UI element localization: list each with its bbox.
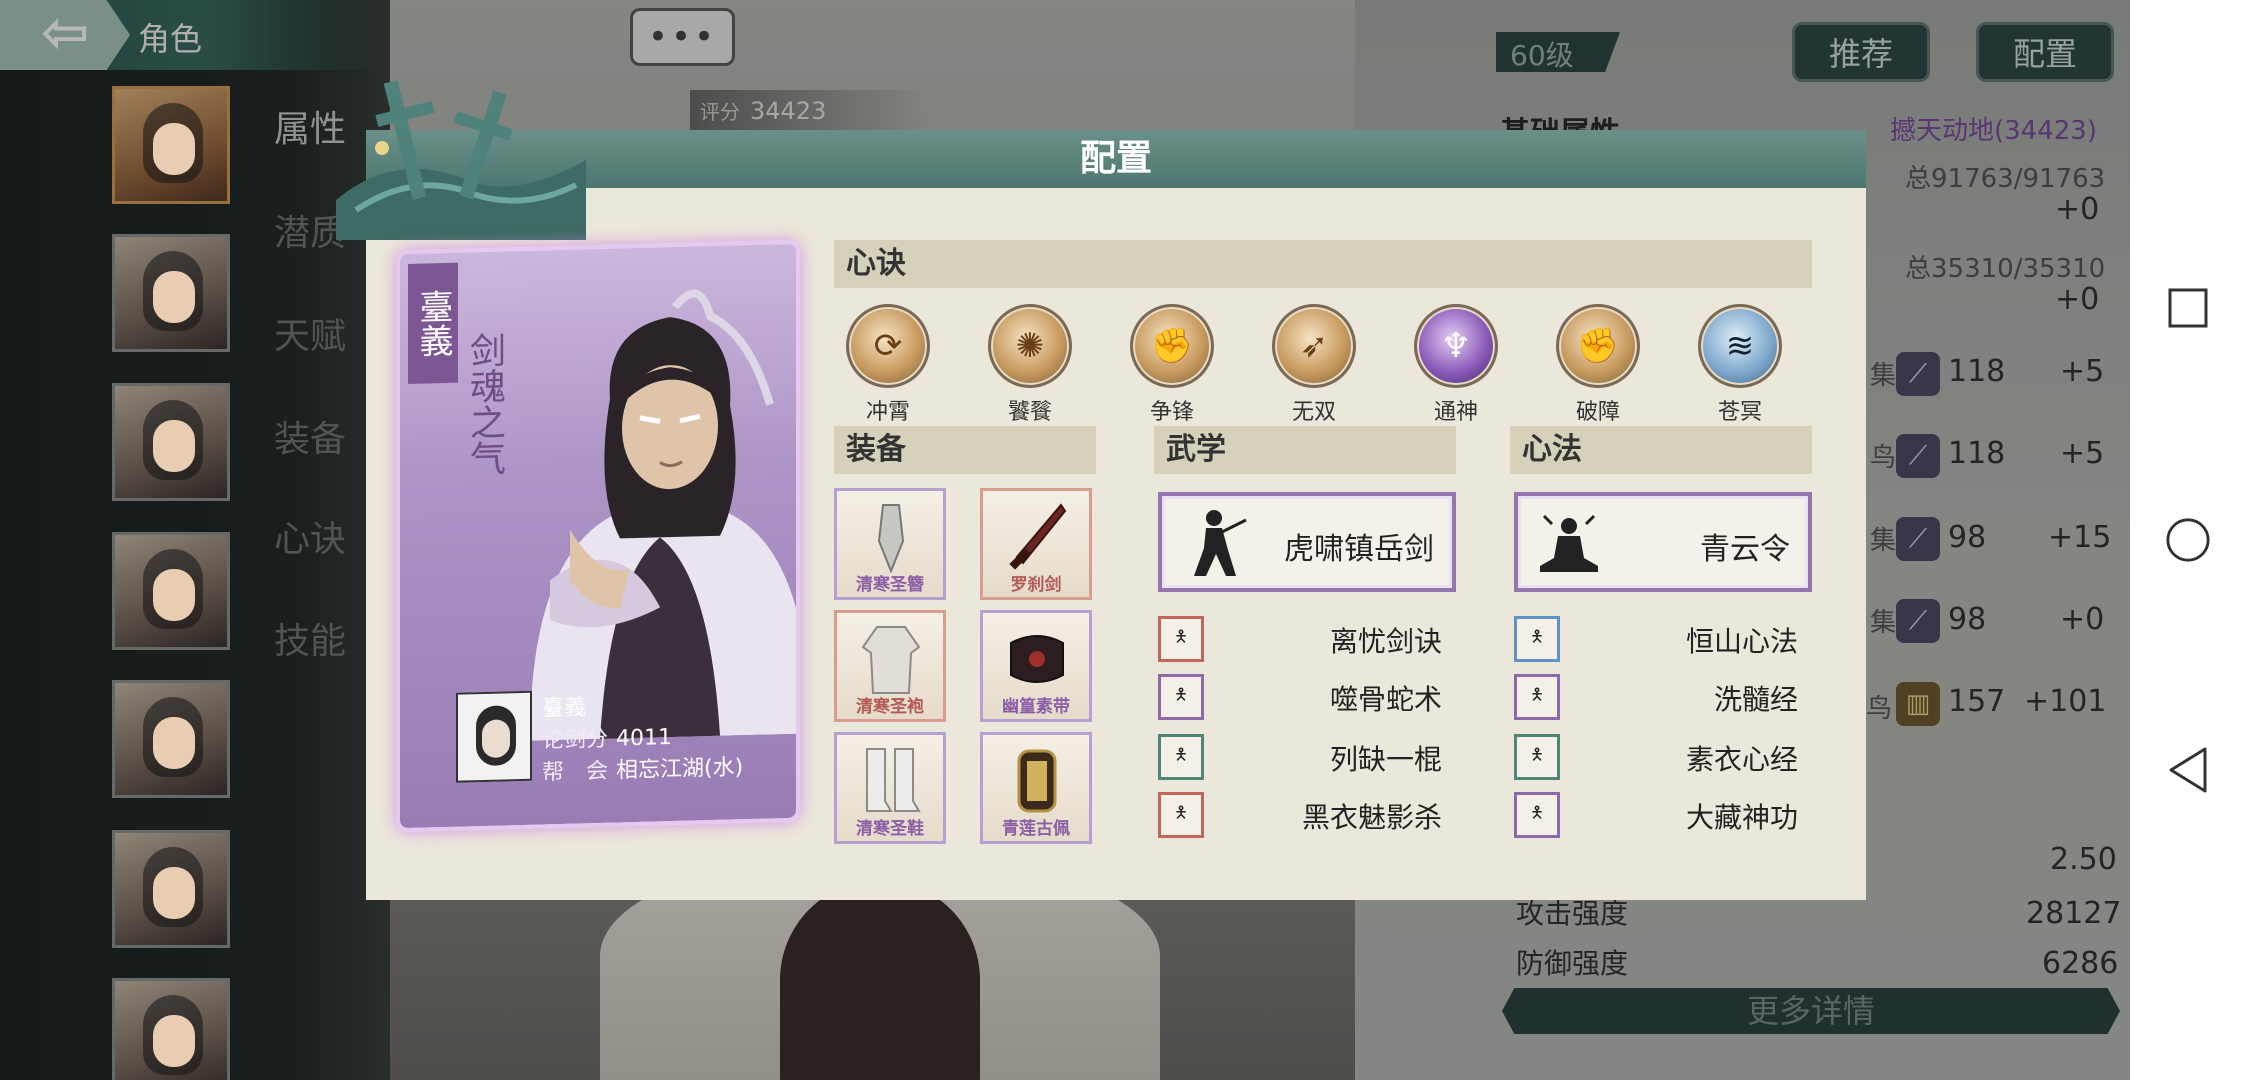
meditation-pose-icon: 🯅 xyxy=(1514,674,1560,720)
sub-skill-name: 恒山心法 xyxy=(1685,625,1798,658)
sub-skill-name: 洗髓经 xyxy=(1713,683,1798,716)
hairpin-icon xyxy=(877,504,905,573)
equipment-name: 罗刹剑 xyxy=(1010,575,1062,595)
skill-name: 饕餮 xyxy=(1007,400,1052,425)
punch-icon: ✊ xyxy=(1556,304,1640,388)
character-info-name: 臺義 xyxy=(542,695,587,722)
skill-name: 苍冥 xyxy=(1717,400,1762,425)
skill-name: 冲霄 xyxy=(865,400,910,425)
sub-skill-name: 素衣心经 xyxy=(1685,743,1798,776)
martial-sub-skill[interactable]: 🯅 列缺一棍 xyxy=(1158,734,1456,780)
xinjue-skill[interactable]: ≋ 苍冥 xyxy=(1680,304,1800,426)
main-martial-skill[interactable]: 虎啸镇岳剑 xyxy=(1158,492,1456,592)
martial-sub-skill[interactable]: 🯅 离忧剑诀 xyxy=(1158,616,1456,662)
dialog-title: 配置 xyxy=(1079,138,1152,179)
xinjue-skill[interactable]: ⟳ 冲霄 xyxy=(828,304,948,426)
martial-sub-skill[interactable]: 🯅 黑衣魅影杀 xyxy=(1158,792,1456,838)
equipment-section-header: 装备 xyxy=(834,426,1096,474)
martial-pose-icon: 🯅 xyxy=(1158,674,1204,720)
equipment-name: 清寒圣簪 xyxy=(856,575,924,595)
equipment-name: 幽篁素带 xyxy=(1002,697,1070,717)
spirit-icon: ♆ xyxy=(1414,304,1498,388)
skill-name: 破障 xyxy=(1575,400,1620,425)
recent-apps-button[interactable] xyxy=(2164,284,2212,332)
xinjue-skill[interactable]: ♆ 通神 xyxy=(1396,304,1516,426)
square-icon xyxy=(2168,288,2208,328)
equipment-slot[interactable]: 罗刹剑 xyxy=(980,488,1092,600)
circle-icon xyxy=(2166,518,2210,562)
system-navigation-bar xyxy=(2130,0,2244,1080)
main-method-skill[interactable]: 青云令 xyxy=(1514,492,1812,592)
main-method-name: 青云令 xyxy=(1700,532,1790,567)
method-sub-skill[interactable]: 🯅 洗髓经 xyxy=(1514,674,1812,720)
martial-pose-icon: 🯅 xyxy=(1158,792,1204,838)
swirl-icon: ⟳ xyxy=(846,304,930,388)
equipment-slot[interactable]: 清寒圣袍 xyxy=(834,610,946,722)
home-button[interactable] xyxy=(2164,516,2212,564)
character-title: 剑魂之气 xyxy=(464,331,505,477)
boots-icon xyxy=(866,748,921,812)
equipment-name: 清寒圣袍 xyxy=(856,697,924,717)
equipment-slot[interactable]: 青莲古佩 xyxy=(980,732,1092,844)
xinjue-section-header: 心诀 xyxy=(834,240,1812,288)
xinjue-skill[interactable]: ✺ 饕餮 xyxy=(970,304,1090,426)
sub-skill-name: 大藏神功 xyxy=(1685,801,1798,834)
meditation-pose-icon: 🯅 xyxy=(1514,734,1560,780)
belt-icon xyxy=(1010,635,1064,683)
character-illustration xyxy=(530,289,800,741)
beast-icon: ✺ xyxy=(988,304,1072,388)
guild-label: 帮 会 xyxy=(542,758,609,786)
martial-sub-skill[interactable]: 🯅 噬骨蛇术 xyxy=(1158,674,1456,720)
method-sub-skill[interactable]: 🯅 大藏神功 xyxy=(1514,792,1812,838)
swordsman-icon xyxy=(1194,510,1247,576)
avatar xyxy=(456,690,532,783)
xinjue-skill[interactable]: ➶ 无双 xyxy=(1254,304,1374,426)
xinjue-skill[interactable]: ✊ 争锋 xyxy=(1112,304,1232,426)
robe-icon xyxy=(861,626,921,694)
martial-pose-icon: 🯅 xyxy=(1158,734,1204,780)
sub-skill-name: 黑衣魅影杀 xyxy=(1301,801,1442,834)
back-nav-button[interactable] xyxy=(2164,746,2212,794)
sub-skill-name: 列缺一棍 xyxy=(1329,743,1442,776)
meditation-icon xyxy=(1540,514,1598,572)
triangle-back-icon xyxy=(2169,747,2207,793)
equipment-slot[interactable]: 清寒圣鞋 xyxy=(834,732,946,844)
fist-icon: ✊ xyxy=(1130,304,1214,388)
pendant-icon xyxy=(1017,749,1057,813)
skill-name: 争锋 xyxy=(1149,400,1194,425)
method-sub-skill[interactable]: 🯅 素衣心经 xyxy=(1514,734,1812,780)
equipment-slot[interactable]: 幽篁素带 xyxy=(980,610,1092,722)
xinjue-skill[interactable]: ✊ 破障 xyxy=(1538,304,1658,426)
equipment-name: 清寒圣鞋 xyxy=(856,819,924,839)
sword-ornament-icon xyxy=(336,80,586,240)
score-label: 论剑分 xyxy=(542,726,609,754)
score-value: 4011 xyxy=(616,725,673,752)
martial-pose-icon: 🯅 xyxy=(1158,616,1204,662)
wave-icon: ≋ xyxy=(1698,304,1782,388)
sub-skill-name: 噬骨蛇术 xyxy=(1329,683,1442,716)
method-sub-skill[interactable]: 🯅 恒山心法 xyxy=(1514,616,1812,662)
config-dialog: 配置 臺義 剑魂之气 臺義 论剑分 4011 帮 会 相忘江湖(水) 心诀 ⟳ … xyxy=(336,80,1866,900)
martial-section-header: 武学 xyxy=(1154,426,1456,474)
meditation-pose-icon: 🯅 xyxy=(1514,616,1560,662)
sword-icon xyxy=(1009,503,1067,570)
character-score-line: 论剑分 4011 xyxy=(542,719,672,754)
skill-name: 通神 xyxy=(1433,400,1478,425)
meditation-pose-icon: 🯅 xyxy=(1514,792,1560,838)
sub-skill-name: 离忧剑诀 xyxy=(1329,625,1442,658)
equipment-slot[interactable]: 清寒圣簪 xyxy=(834,488,946,600)
character-card: 臺義 剑魂之气 臺義 论剑分 4011 帮 会相忘江湖(水) xyxy=(396,239,800,833)
method-section-header: 心法 xyxy=(1510,426,1812,474)
character-name-tag: 臺義 xyxy=(408,262,458,384)
character-guild-line: 帮 会相忘江湖(水) xyxy=(542,749,743,786)
equipment-name: 青莲古佩 xyxy=(1002,819,1070,839)
skill-name: 无双 xyxy=(1291,400,1336,425)
guild-value: 相忘江湖(水) xyxy=(616,755,744,784)
main-martial-name: 虎啸镇岳剑 xyxy=(1284,532,1434,567)
character-info: 臺義 论剑分 4011 帮 会相忘江湖(水) xyxy=(456,684,776,802)
dragon-icon: ➶ xyxy=(1272,304,1356,388)
